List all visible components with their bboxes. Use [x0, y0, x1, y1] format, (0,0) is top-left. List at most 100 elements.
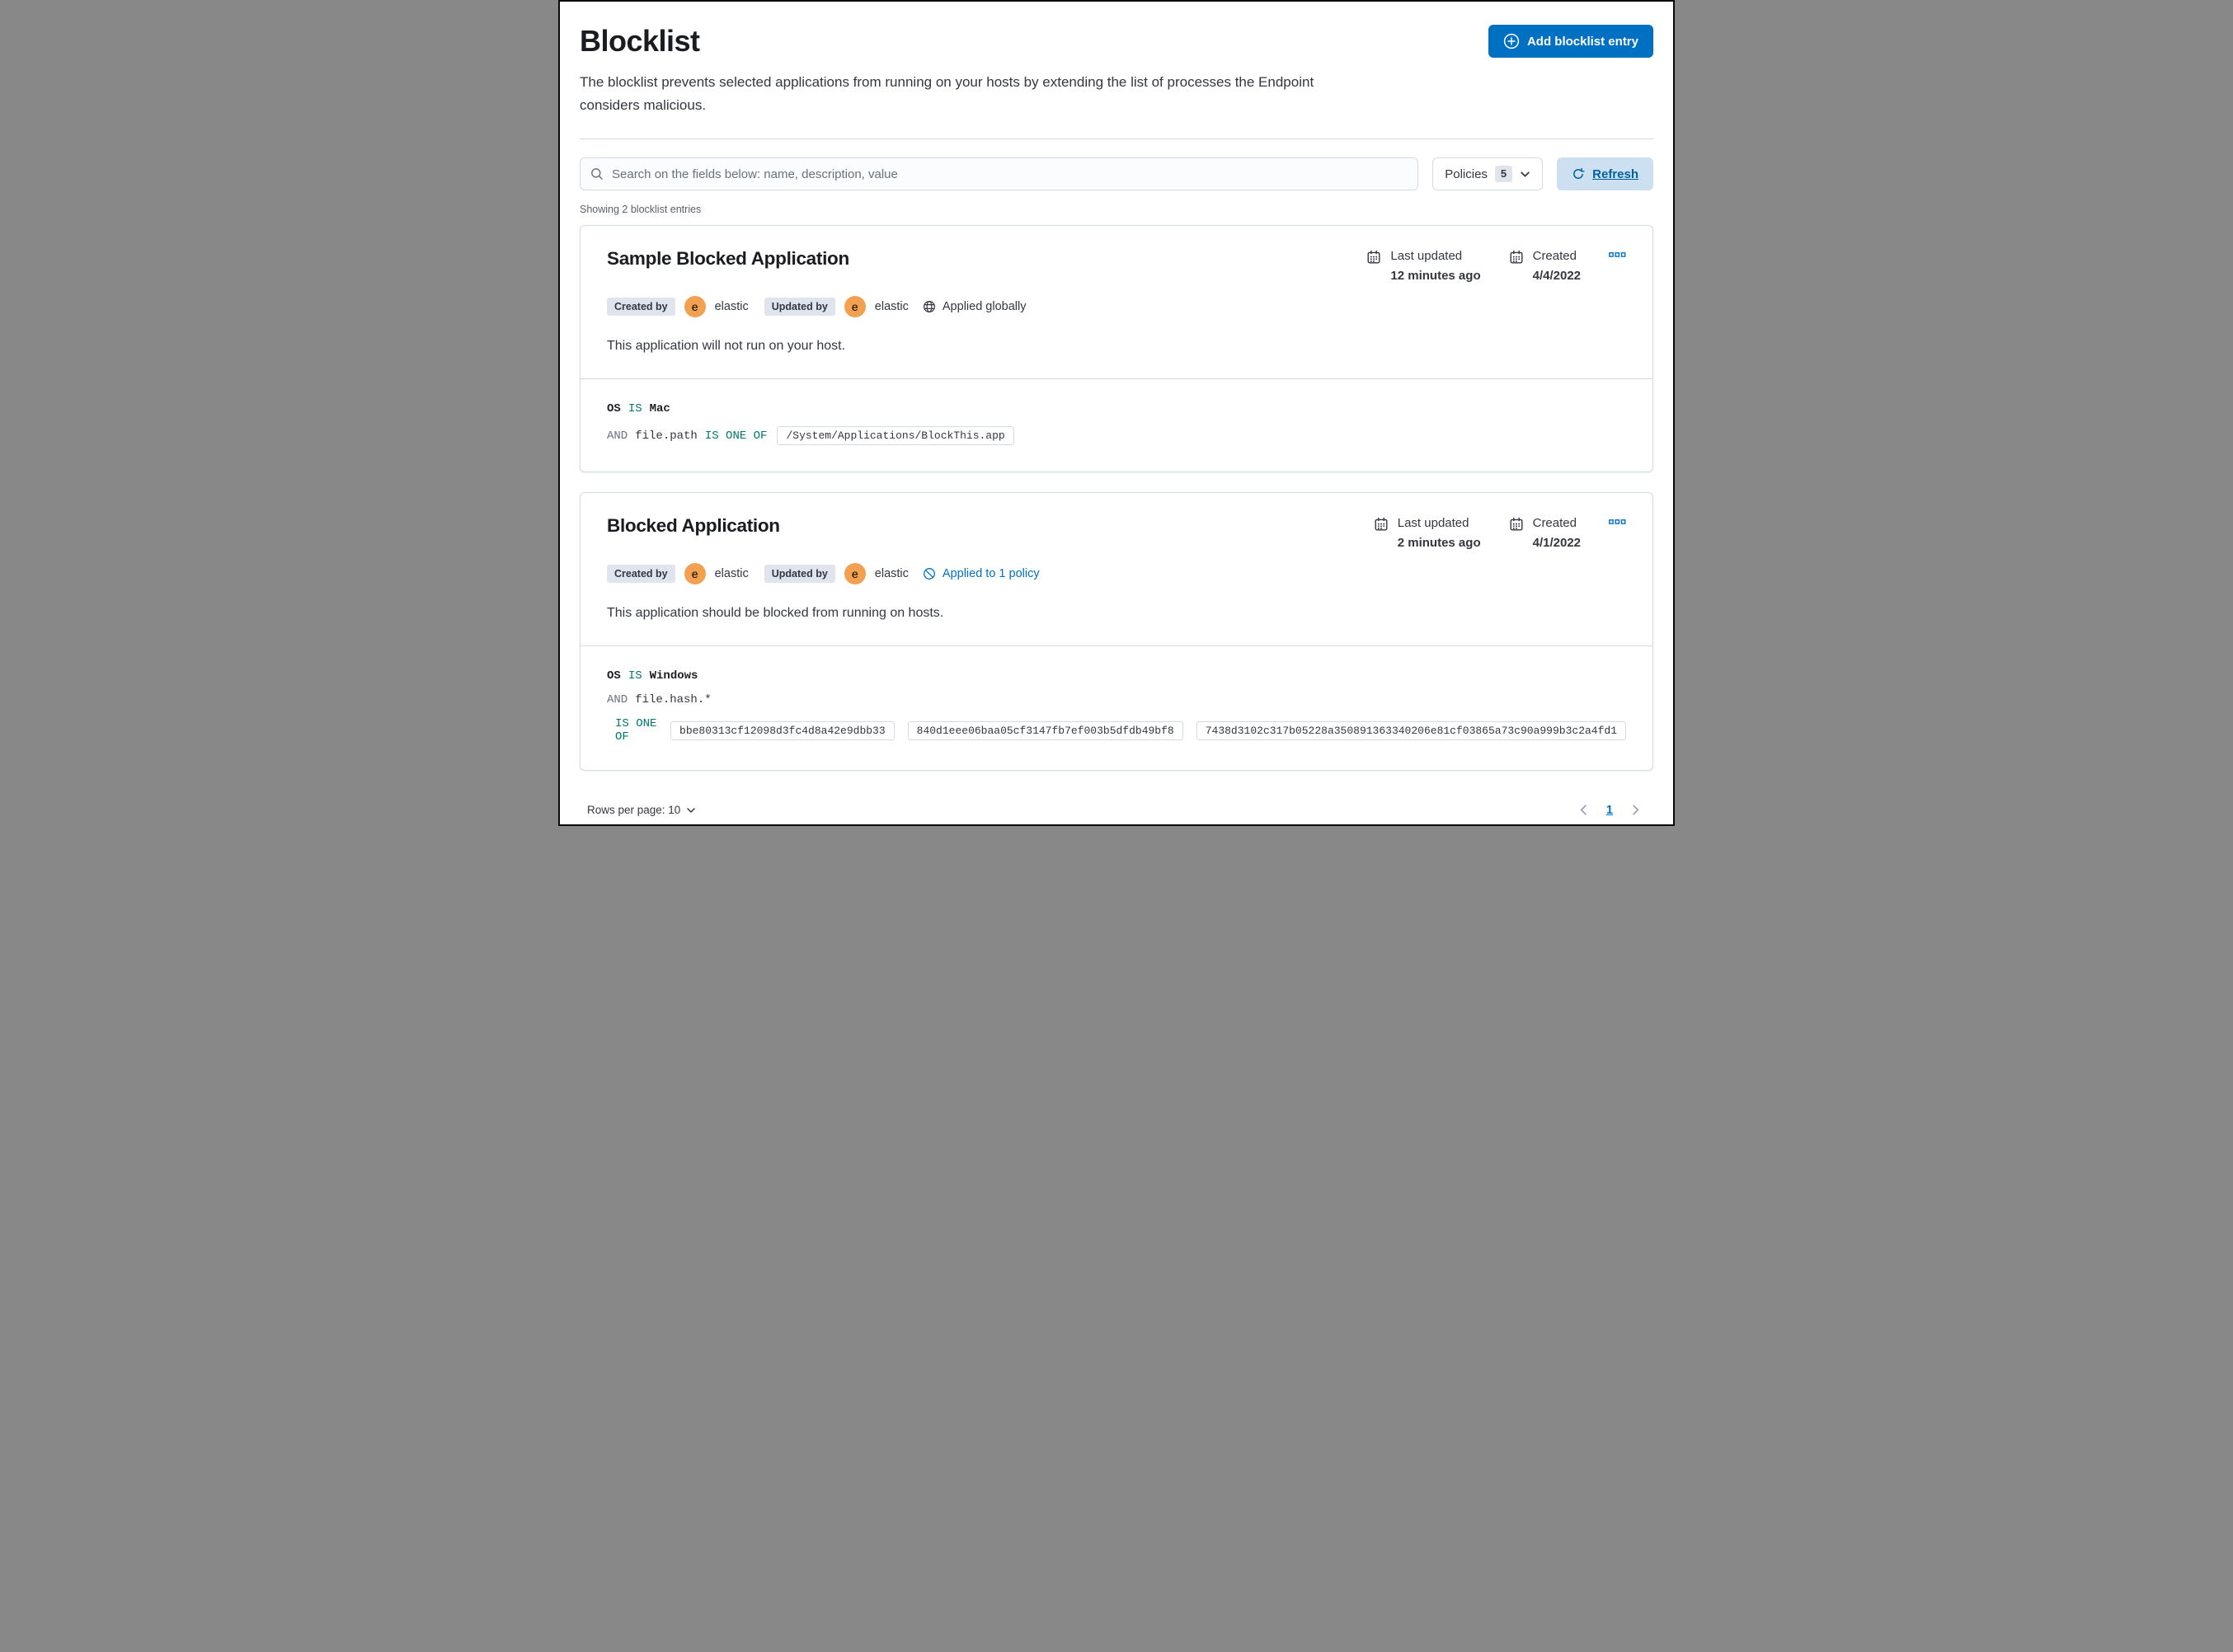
entry-criteria: OS IS Windows AND file.hash.* IS ONE OF … — [581, 645, 1652, 770]
criteria-value-pill: 7438d3102c317b05228a350891363340206e81cf… — [1196, 720, 1626, 740]
last-updated-label: Last updated — [1397, 516, 1469, 530]
chevron-left-icon — [1577, 804, 1590, 816]
updated-by-badge: Updated by — [764, 565, 835, 583]
refresh-icon — [1572, 167, 1585, 181]
created-label: Created — [1532, 516, 1577, 530]
scope-label: Applied globally — [942, 300, 1027, 313]
updated-by-user: elastic — [874, 567, 909, 580]
boxes-horizontal-icon — [1609, 252, 1626, 258]
results-summary: Showing 2 blocklist entries — [580, 204, 702, 215]
next-page-button[interactable] — [1626, 800, 1645, 819]
last-updated-meta: Last updated 2 minutes ago — [1374, 516, 1481, 550]
blocklist-entry-card-1: Sample Blocked Application Last updated … — [580, 225, 1653, 472]
criteria-value: Windows — [649, 669, 698, 683]
refresh-button[interactable]: Refresh — [1557, 157, 1653, 190]
add-blocklist-entry-label: Add blocklist entry — [1526, 34, 1638, 49]
search-box[interactable] — [580, 157, 1419, 190]
calendar-icon — [1374, 516, 1389, 550]
entry-description: This application will not run on your ho… — [607, 339, 846, 353]
search-input[interactable] — [612, 167, 1408, 181]
globe-icon — [923, 300, 936, 313]
rows-per-page-label: Rows per page: 10 — [587, 804, 681, 816]
criteria-value-pill: bbe80313cf12098d3fc4d8a42e9dbb33 — [670, 720, 895, 740]
last-updated-value: 2 minutes ago — [1397, 536, 1481, 550]
chevron-right-icon — [1629, 804, 1642, 816]
criteria-operator: IS — [628, 402, 642, 415]
header-divider — [580, 138, 1653, 139]
blocklist-page: Blocklist Add blocklist entry The blockl… — [560, 2, 1673, 824]
last-updated-value: 12 minutes ago — [1390, 269, 1481, 283]
criteria-conjunction: AND — [607, 693, 628, 706]
entry-title: Blocked Application — [607, 515, 780, 536]
entry-meta: Last updated 2 minutes ago Created 4/1/2… — [1374, 514, 1626, 550]
plus-circle-icon — [1503, 33, 1520, 49]
pagination: 1 — [1574, 800, 1645, 819]
entry-criteria: OS IS Mac AND file.path IS ONE OF /Syste… — [581, 378, 1652, 472]
created-value: 4/1/2022 — [1532, 536, 1581, 550]
policies-filter-button[interactable]: Policies 5 — [1432, 157, 1544, 190]
created-by-badge: Created by — [607, 298, 675, 316]
entry-meta: Last updated 12 minutes ago Created 4/4/… — [1366, 247, 1626, 283]
entry-description: This application should be blocked from … — [607, 606, 944, 620]
criteria-value: Mac — [649, 402, 670, 415]
blocklist-screen: Blocklist Add blocklist entry The blockl… — [558, 0, 1675, 826]
created-label: Created — [1532, 249, 1577, 263]
created-meta: Created 4/1/2022 — [1509, 516, 1581, 550]
avatar: e — [844, 563, 866, 584]
entry-title: Sample Blocked Application — [607, 248, 849, 269]
criteria-os-line: OS IS Mac — [607, 402, 1626, 415]
criteria-values-line: IS ONE OF bbe80313cf12098d3fc4d8a42e9dbb… — [615, 717, 1626, 744]
list-footer: Rows per page: 10 1 — [580, 800, 1653, 819]
criteria-condition-line: AND file.hash.* — [607, 693, 1626, 706]
policy-partial-icon — [923, 567, 936, 580]
criteria-value-pill: 840d1eee06baa05cf3147fb7ef003b5dfdb49bf8 — [907, 720, 1183, 740]
previous-page-button[interactable] — [1574, 800, 1593, 819]
policies-filter-label: Policies — [1445, 167, 1488, 181]
search-icon — [590, 167, 604, 181]
policies-count-badge: 5 — [1494, 166, 1513, 182]
last-updated-meta: Last updated 12 minutes ago — [1366, 249, 1481, 283]
page-header: Blocklist Add blocklist entry — [580, 23, 1653, 59]
last-updated-label: Last updated — [1390, 249, 1463, 263]
criteria-operator: IS ONE OF — [615, 717, 657, 744]
created-value: 4/4/2022 — [1532, 269, 1581, 283]
criteria-field: OS — [607, 669, 621, 683]
criteria-conjunction: AND — [607, 429, 628, 443]
criteria-operator: IS ONE OF — [704, 429, 768, 443]
criteria-field: OS — [607, 402, 621, 415]
criteria-field: file.path — [635, 429, 698, 443]
entry-attribution-row: Created by e elastic Updated by e elasti… — [607, 296, 1626, 317]
applied-policies-link[interactable]: Applied to 1 policy — [923, 567, 1040, 580]
calendar-icon — [1509, 249, 1524, 283]
entry-actions-menu-button[interactable] — [1609, 516, 1626, 525]
add-blocklist-entry-button[interactable]: Add blocklist entry — [1488, 25, 1653, 58]
page-number-1[interactable]: 1 — [1605, 804, 1615, 817]
refresh-label: Refresh — [1592, 167, 1638, 181]
created-meta: Created 4/4/2022 — [1509, 249, 1581, 283]
page-description: The blocklist prevents selected applicat… — [580, 74, 1314, 113]
avatar: e — [684, 563, 706, 584]
criteria-condition-line: AND file.path IS ONE OF /System/Applicat… — [607, 426, 1626, 445]
toolbar: Policies 5 Refresh — [580, 157, 1653, 190]
entry-card-main: Blocked Application Last updated 2 minut… — [581, 493, 1652, 645]
page-title: Blocklist — [580, 24, 700, 58]
chevron-down-icon — [686, 805, 696, 815]
criteria-field: file.hash.* — [635, 693, 712, 706]
criteria-operator: IS — [628, 669, 642, 683]
updated-by-badge: Updated by — [764, 298, 835, 316]
chevron-down-icon — [1520, 169, 1530, 180]
rows-per-page-button[interactable]: Rows per page: 10 — [587, 804, 696, 816]
scope-label: Applied to 1 policy — [942, 567, 1040, 580]
created-by-badge: Created by — [607, 565, 675, 583]
criteria-os-line: OS IS Windows — [607, 669, 1626, 683]
calendar-icon — [1366, 249, 1381, 283]
blocklist-entry-card-2: Blocked Application Last updated 2 minut… — [580, 492, 1653, 771]
scope-indicator: Applied globally — [923, 300, 1027, 313]
created-by-user: elastic — [714, 300, 749, 313]
entry-attribution-row: Created by e elastic Updated by e elasti… — [607, 563, 1626, 584]
calendar-icon — [1509, 516, 1524, 550]
avatar: e — [844, 296, 866, 317]
created-by-user: elastic — [714, 567, 749, 580]
entry-actions-menu-button[interactable] — [1609, 249, 1626, 258]
entry-card-main: Sample Blocked Application Last updated … — [581, 226, 1652, 378]
